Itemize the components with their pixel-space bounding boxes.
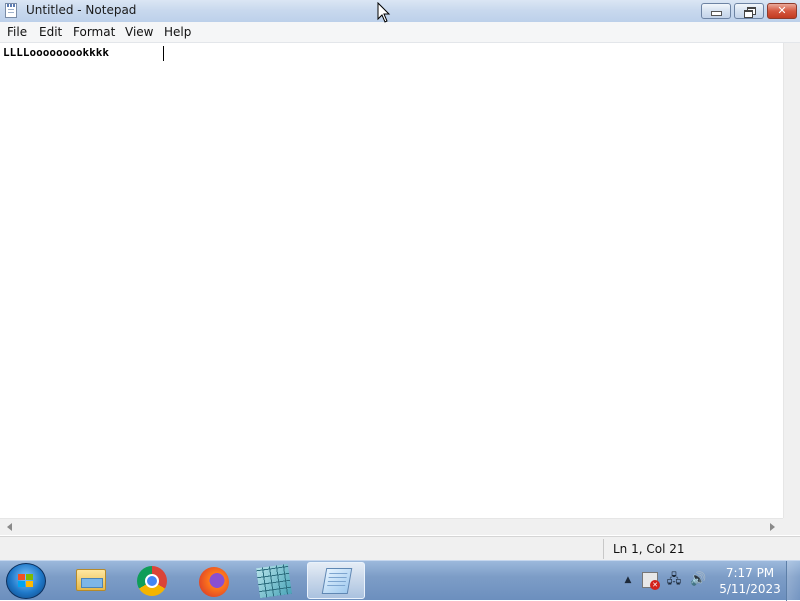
status-divider (603, 539, 604, 559)
menu-bar: File Edit Format View Help (0, 22, 800, 43)
title-bar[interactable]: Untitled - Notepad ✕ (0, 0, 800, 23)
system-tray: ▲ 🖧 🔊 (616, 561, 716, 601)
menu-format[interactable]: Format (73, 25, 115, 39)
show-desktop-button[interactable] (786, 561, 800, 601)
action-center-icon[interactable] (642, 572, 660, 590)
text-editor[interactable]: LLLLooooooookkkk (0, 43, 783, 518)
cursor-position: Ln 1, Col 21 (613, 542, 685, 556)
network-icon[interactable]: 🖧 (666, 572, 682, 588)
window-title: Untitled - Notepad (26, 3, 137, 17)
minimize-button[interactable] (701, 3, 731, 19)
clock-time: 7:17 PM (725, 566, 775, 580)
scrollbar-corner (783, 518, 800, 535)
restore-icon (743, 7, 756, 18)
menu-view[interactable]: View (125, 25, 153, 39)
start-button[interactable] (6, 563, 46, 599)
show-hidden-icons-icon[interactable]: ▲ (620, 572, 636, 588)
scroll-right-icon[interactable] (770, 523, 775, 531)
restore-button[interactable] (734, 3, 764, 19)
menu-file[interactable]: File (7, 25, 27, 39)
editor-text[interactable]: LLLLooooooookkkk (3, 46, 109, 59)
vertical-scrollbar[interactable] (783, 43, 800, 518)
menu-edit[interactable]: Edit (39, 25, 62, 39)
taskbar-notepad[interactable] (307, 562, 365, 599)
taskbar: ▲ 🖧 🔊 7:17 PM 5/11/2023 (0, 560, 800, 601)
windows-explorer-icon (76, 569, 106, 591)
status-bar: Ln 1, Col 21 (0, 536, 800, 560)
close-button[interactable]: ✕ (767, 3, 797, 19)
scroll-left-icon[interactable] (7, 523, 12, 531)
clock[interactable]: 7:17 PM 5/11/2023 (716, 565, 784, 597)
chrome-icon (137, 566, 167, 596)
minimize-icon (710, 11, 722, 16)
text-caret (163, 46, 164, 61)
taskbar-chrome[interactable] (124, 562, 182, 599)
taskbar-firefox[interactable] (186, 562, 244, 599)
notepad-icon (321, 568, 353, 594)
notepad-app-icon[interactable] (5, 3, 17, 18)
notepad-window: Untitled - Notepad ✕ File Edit Format Vi… (0, 0, 800, 560)
horizontal-scrollbar[interactable] (0, 518, 783, 535)
taskbar-explorer[interactable] (61, 562, 119, 599)
clock-date: 5/11/2023 (719, 582, 781, 596)
network-manager-icon (256, 563, 292, 599)
menu-help[interactable]: Help (164, 25, 191, 39)
windows-logo-icon (18, 574, 34, 588)
volume-icon[interactable]: 🔊 (690, 572, 706, 588)
taskbar-network-manager[interactable] (246, 562, 304, 599)
firefox-icon (199, 567, 229, 597)
